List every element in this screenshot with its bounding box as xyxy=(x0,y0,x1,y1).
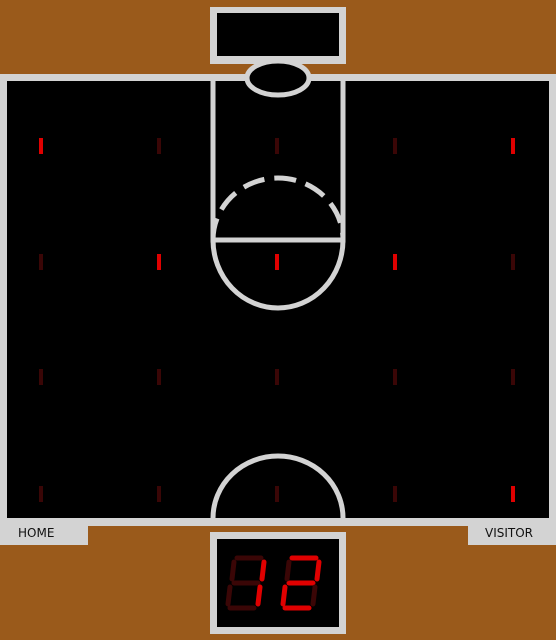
led-light xyxy=(157,138,161,154)
lane-lines xyxy=(210,75,346,243)
led-light xyxy=(393,138,397,154)
led-light xyxy=(393,486,397,502)
digit-segment xyxy=(255,584,263,607)
score-digits xyxy=(225,555,322,611)
free-throw-circle-top xyxy=(210,175,346,241)
court-lines xyxy=(39,58,515,611)
led-light xyxy=(39,486,43,502)
digit-segment xyxy=(314,559,322,582)
led-light xyxy=(393,369,397,385)
digit-segment xyxy=(280,584,288,607)
led-light xyxy=(275,254,279,270)
digit-segment xyxy=(225,584,233,607)
led-light xyxy=(511,254,515,270)
led-light xyxy=(39,254,43,270)
led-light xyxy=(275,369,279,385)
hoop xyxy=(244,58,312,98)
digit-segment xyxy=(284,559,292,582)
led-light xyxy=(157,254,161,270)
led-light xyxy=(275,138,279,154)
led-light xyxy=(157,486,161,502)
led-light xyxy=(157,369,161,385)
led-light xyxy=(511,138,515,154)
led-light xyxy=(511,486,515,502)
digit-segment xyxy=(259,559,267,582)
led-light xyxy=(275,486,279,502)
led-light xyxy=(511,369,515,385)
led-light xyxy=(393,254,397,270)
digit-segment xyxy=(310,584,318,607)
free-throw-circle-bottom xyxy=(210,239,346,311)
led-light xyxy=(39,138,43,154)
led-grid xyxy=(39,138,515,502)
led-light xyxy=(39,369,43,385)
digit-segment xyxy=(229,559,237,582)
